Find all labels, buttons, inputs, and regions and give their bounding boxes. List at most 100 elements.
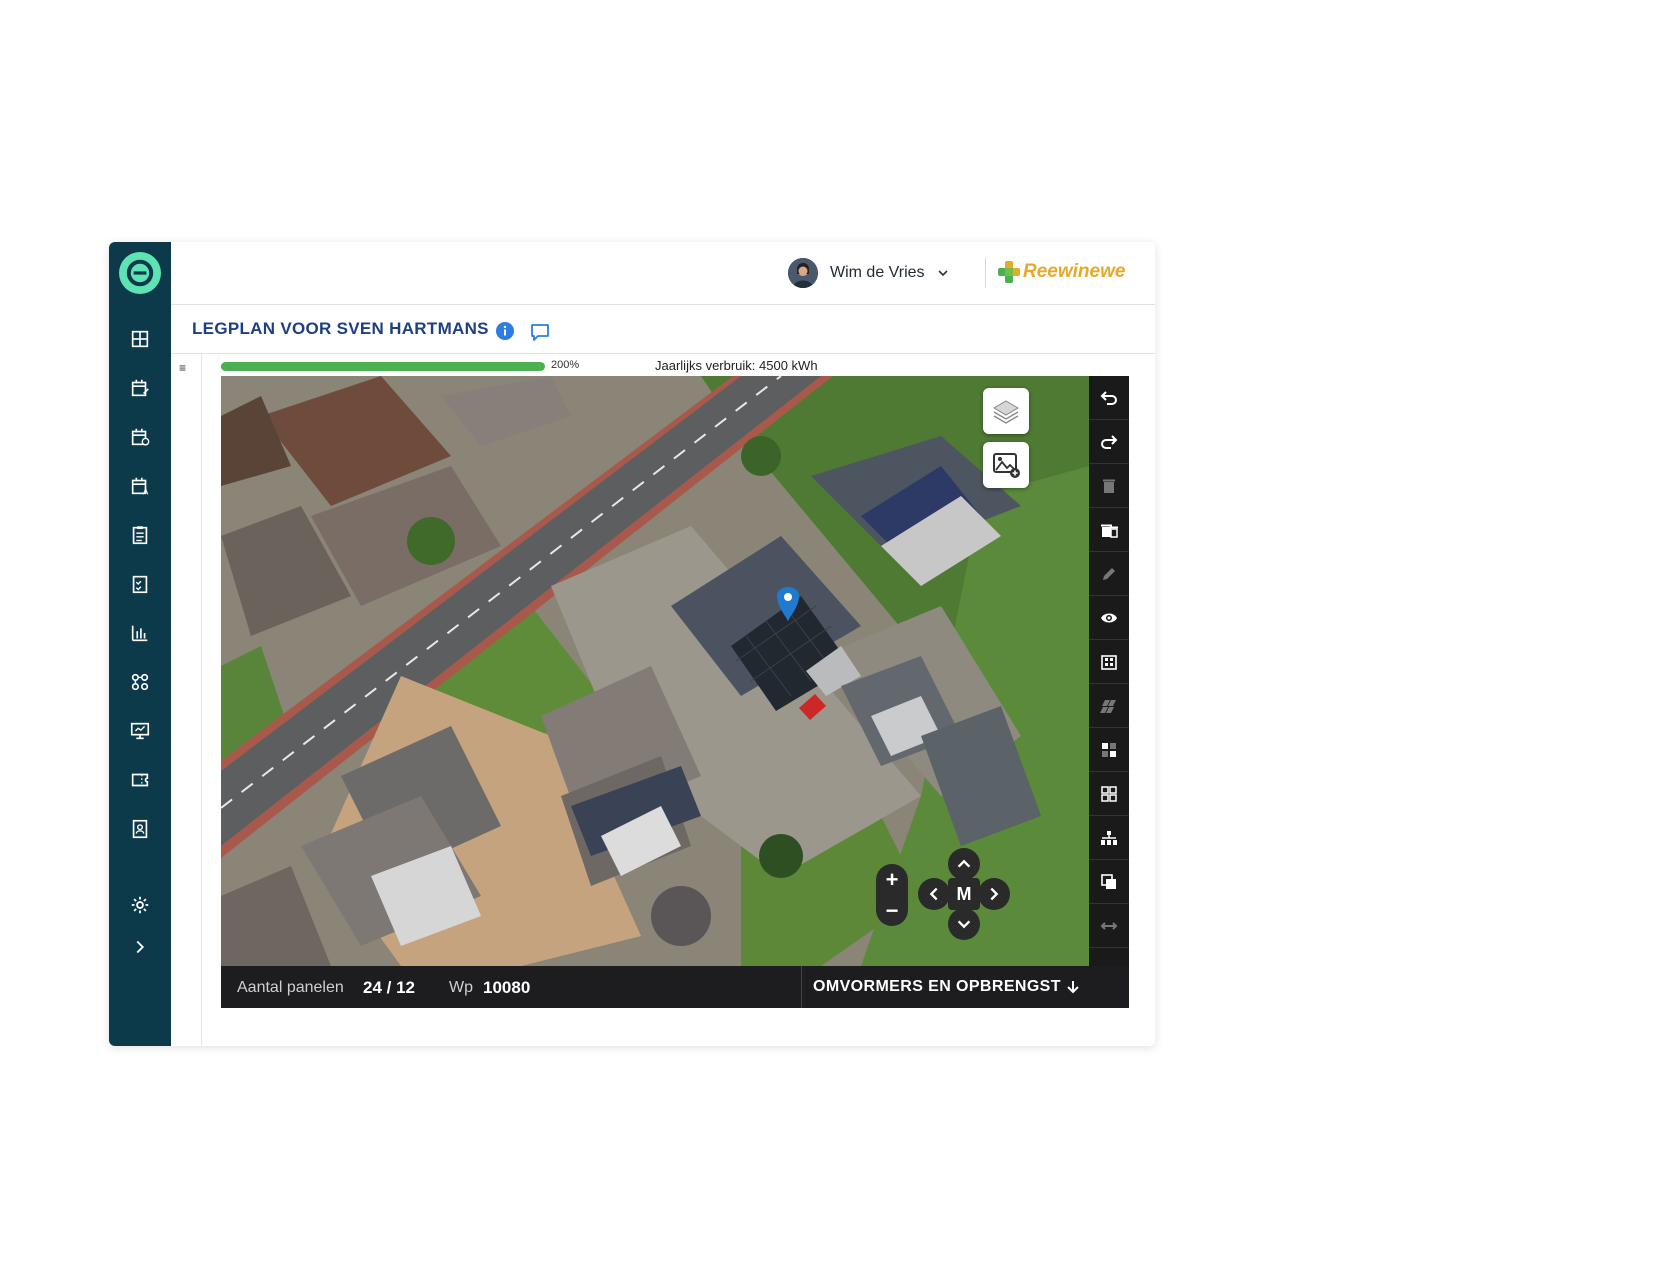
edit-button[interactable]	[1089, 552, 1129, 596]
checklist-icon	[132, 575, 148, 594]
calendar-edit-icon	[131, 379, 149, 397]
logo-icon	[126, 259, 154, 287]
sidebar-expand-button[interactable]	[125, 932, 155, 962]
redo-button[interactable]	[1089, 420, 1129, 464]
sidebar-item-dashboard[interactable]	[125, 324, 155, 354]
clipboard-icon	[132, 526, 148, 545]
avatar	[788, 258, 818, 288]
app-logo[interactable]	[119, 252, 161, 294]
summary-bar: Aantal panelen 24 / 12 Wp 10080 OMVORMER…	[221, 966, 1129, 1008]
panel-count-label: Aantal panelen	[237, 979, 344, 996]
menu-handle-icon[interactable]: ≡	[179, 361, 186, 375]
dashboard-icon	[131, 330, 149, 348]
zoom-out-button[interactable]: −	[886, 895, 899, 926]
pan-left-button[interactable]	[918, 878, 950, 910]
sidebar-item-contacts[interactable]	[125, 814, 155, 844]
left-gutter: ≡	[171, 354, 202, 1046]
wp-label: Wp	[449, 979, 473, 996]
usage-progress-fill	[221, 362, 545, 371]
sidebar-item-workflows[interactable]	[125, 667, 155, 697]
sidebar-item-quotes[interactable]	[125, 520, 155, 550]
eye-icon	[1101, 613, 1117, 622]
panels-grid-icon	[1101, 654, 1117, 670]
usage-progress-bar	[221, 362, 545, 371]
wp-value: 10080	[483, 978, 531, 997]
pan-right-button[interactable]	[978, 878, 1010, 910]
delete-icon	[1103, 479, 1115, 493]
sidebar-item-appointments[interactable]	[125, 422, 155, 452]
inverters-yield-button[interactable]: OMVORMERS EN OPBRENGST	[813, 978, 1081, 996]
sidebar-item-tasks[interactable]	[125, 569, 155, 599]
top-bar: Wim de Vries Reewinewe	[171, 242, 1155, 305]
redo-icon	[1101, 434, 1118, 449]
brand-logo: Reewinewe	[997, 260, 1125, 284]
hierarchy-icon	[1101, 830, 1117, 845]
arrow-down-icon	[1067, 981, 1079, 994]
grid-button[interactable]	[1089, 772, 1129, 816]
delete-all-icon	[1101, 524, 1118, 538]
layers-icon	[993, 400, 1019, 424]
sidebar: A	[109, 242, 171, 1046]
measure-icon	[1100, 921, 1118, 930]
calendar-check-icon	[131, 428, 150, 446]
delete-all-button[interactable]	[1089, 508, 1129, 552]
add-image-button[interactable]	[983, 442, 1029, 488]
edit-icon	[1103, 567, 1115, 580]
image-add-icon	[993, 453, 1020, 478]
undo-button[interactable]	[1089, 376, 1129, 420]
presentation-icon	[130, 722, 150, 740]
bar-chart-icon	[131, 625, 148, 642]
app-window: A Wim de Vries Reewinewe LEGPLAN VOOR SV…	[109, 242, 1155, 1046]
pan-up-button[interactable]	[948, 848, 980, 880]
expand-icon	[136, 940, 145, 954]
annual-usage: Jaarlijks verbruik: 4500 kWh	[655, 358, 818, 373]
title-bar: LEGPLAN VOOR SVEN HARTMANS	[171, 305, 1155, 354]
aerial-map[interactable]: + − M	[221, 376, 1089, 966]
parallelogram-icon	[1100, 699, 1116, 713]
main-content: ≡ 200% Jaarlijks verbruik: 4500 kWh + − …	[171, 354, 1155, 1046]
chevron-up-icon	[957, 859, 971, 868]
sidebar-item-assignments[interactable]: A	[125, 471, 155, 501]
user-menu[interactable]: Wim de Vries	[788, 257, 949, 289]
pan-down-button[interactable]	[948, 908, 980, 940]
center-map-button[interactable]: M	[948, 878, 980, 910]
inverters-yield-label: OMVORMERS EN OPBRENGST	[813, 978, 1061, 995]
slanted-panels-button[interactable]	[1089, 684, 1129, 728]
chevron-down-icon	[957, 920, 971, 929]
copy-button[interactable]	[1089, 860, 1129, 904]
panel-count-value: 24 / 12	[363, 978, 415, 997]
page-title: LEGPLAN VOOR SVEN HARTMANS	[192, 319, 489, 338]
visibility-button[interactable]	[1089, 596, 1129, 640]
contact-icon	[132, 819, 148, 839]
sidebar-item-tickets[interactable]	[125, 765, 155, 795]
layers-button[interactable]	[983, 388, 1029, 434]
copy-icon	[1101, 873, 1116, 889]
sidebar-item-settings[interactable]	[125, 890, 155, 920]
chevron-left-icon	[929, 887, 938, 901]
layout-icon	[1102, 742, 1116, 757]
sidebar-item-reports[interactable]	[125, 618, 155, 648]
hierarchy-button[interactable]	[1089, 816, 1129, 860]
nodes-icon	[131, 673, 149, 691]
divider	[985, 258, 986, 288]
layout-button[interactable]	[1089, 728, 1129, 772]
gear-icon	[131, 896, 149, 914]
map-toolbar	[1089, 376, 1129, 966]
grid-icon	[1101, 785, 1117, 802]
comment-icon[interactable]	[529, 321, 551, 343]
sidebar-item-presentations[interactable]	[125, 716, 155, 746]
measure-button[interactable]	[1089, 904, 1129, 948]
zoom-control: + −	[876, 864, 908, 926]
divider	[801, 966, 802, 1008]
brand-name: Reewinewe	[1023, 261, 1126, 282]
usage-percent: 200%	[551, 359, 580, 371]
zoom-in-button[interactable]: +	[886, 864, 899, 895]
sidebar-item-planning[interactable]	[125, 373, 155, 403]
brand-icon	[998, 261, 1020, 283]
info-icon[interactable]	[495, 321, 515, 341]
ticket-icon	[131, 773, 149, 787]
undo-icon	[1100, 390, 1117, 405]
chevron-down-icon	[937, 270, 948, 277]
panel-grid-button[interactable]	[1089, 640, 1129, 684]
delete-button[interactable]	[1089, 464, 1129, 508]
